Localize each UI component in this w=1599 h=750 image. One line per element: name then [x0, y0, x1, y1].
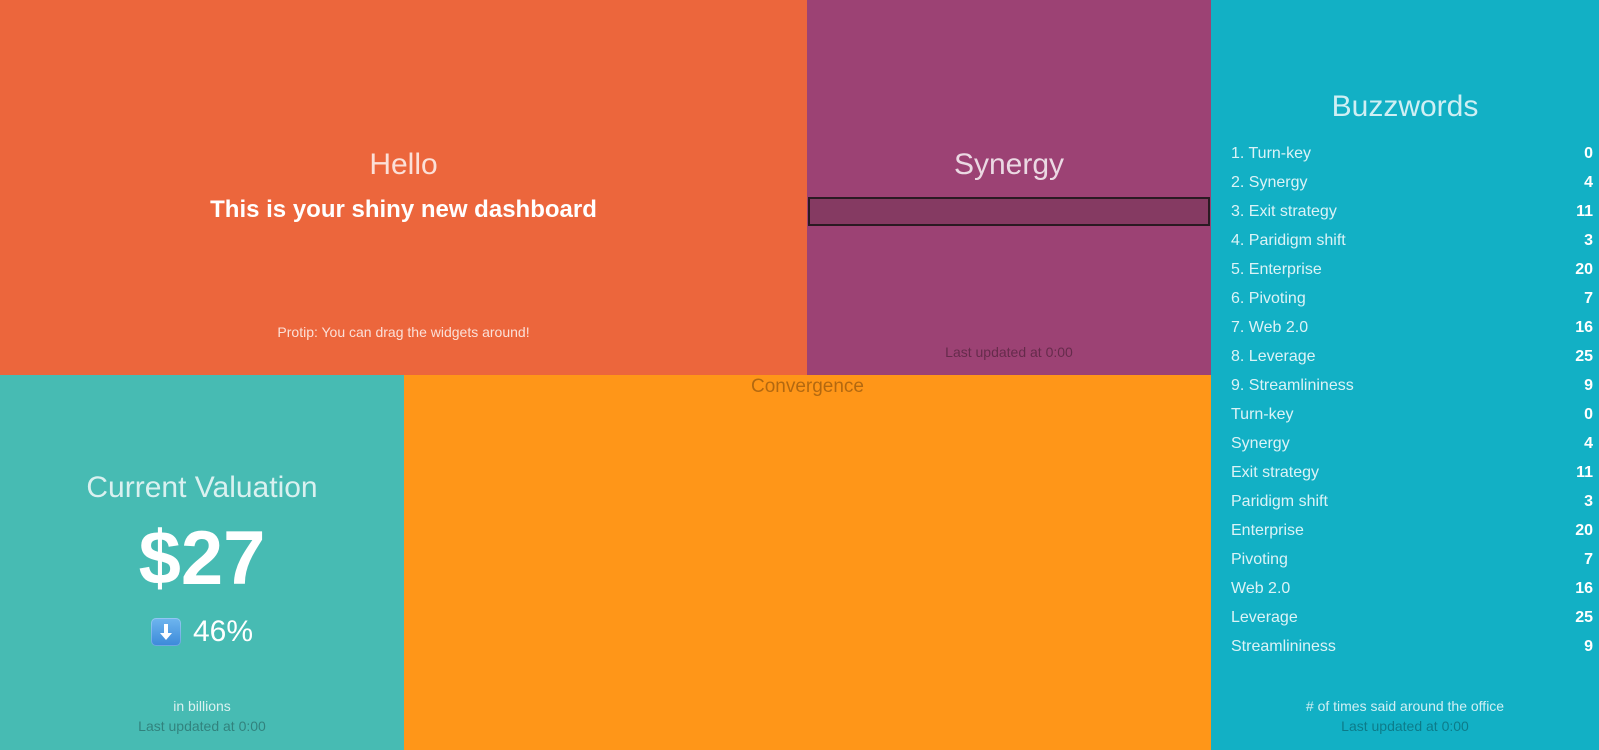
buzzword-count: 20: [1575, 522, 1593, 539]
valuation-change: 46%: [192, 615, 254, 648]
hello-widget[interactable]: Hello This is your shiny new dashboard P…: [0, 0, 807, 375]
synergy-title: Synergy: [953, 148, 1065, 181]
buzzword-count: 3: [1584, 493, 1593, 510]
buzzword-label: Enterprise: [1231, 522, 1304, 539]
buzzword-count: 7: [1584, 551, 1593, 568]
arrow-down-icon: [150, 618, 181, 646]
list-item: 9. Streamlininess 9: [1231, 371, 1593, 400]
buzzwords-more-info: # of times said around the office: [1305, 698, 1505, 714]
convergence-widget[interactable]: Convergence: [404, 375, 1211, 750]
buzzword-count: 16: [1575, 580, 1593, 597]
buzzwords-widget[interactable]: Buzzwords 1. Turn-key 0 2. Synergy 4 3. Exit…: [1211, 0, 1599, 750]
buzzword-label: Streamlininess: [1231, 638, 1336, 655]
buzzword-count: 3: [1584, 232, 1593, 249]
buzzword-count: 9: [1584, 377, 1593, 394]
buzzword-label: Turn-key: [1231, 406, 1294, 423]
buzzword-count: 0: [1584, 406, 1593, 423]
buzzword-label: 7. Web 2.0: [1231, 319, 1309, 336]
hello-title: Hello: [369, 148, 438, 181]
list-item: Streamlininess 9: [1231, 632, 1593, 661]
hello-protip: Protip: You can drag the widgets around!: [277, 324, 530, 340]
synergy-updated-at: Last updated at 0:00: [945, 344, 1073, 360]
buzzword-label: 3. Exit strategy: [1231, 203, 1337, 220]
list-item: 6. Pivoting 7: [1231, 284, 1593, 313]
list-item: Synergy 4: [1231, 429, 1593, 458]
valuation-more-info: in billions: [173, 698, 231, 714]
list-item: 8. Leverage 25: [1231, 342, 1593, 371]
buzzwords-list: 1. Turn-key 0 2. Synergy 4 3. Exit strategy 1…: [1231, 139, 1593, 661]
dashboard: Hello This is your shiny new dashboard P…: [0, 0, 1599, 750]
buzzword-label: 8. Leverage: [1231, 348, 1316, 365]
buzzword-label: 4. Paridigm shift: [1231, 232, 1346, 249]
buzzword-count: 11: [1576, 203, 1593, 220]
buzzword-label: Synergy: [1231, 435, 1290, 452]
valuation-title: Current Valuation: [86, 471, 318, 504]
synergy-widget[interactable]: Synergy Last updated at 0:00: [807, 0, 1211, 375]
buzzword-label: 2. Synergy: [1231, 174, 1308, 191]
list-item: Leverage 25: [1231, 603, 1593, 632]
buzzword-label: 5. Enterprise: [1231, 261, 1322, 278]
list-item: Web 2.0 16: [1231, 574, 1593, 603]
buzzword-count: 7: [1584, 290, 1593, 307]
buzzword-label: 9. Streamlininess: [1231, 377, 1354, 394]
buzzword-label: Web 2.0: [1231, 580, 1291, 597]
buzzword-label: 1. Turn-key: [1231, 145, 1312, 162]
list-item: Pivoting 7: [1231, 545, 1593, 574]
synergy-meter: [808, 197, 1210, 226]
list-item: 5. Enterprise 20: [1231, 255, 1593, 284]
buzzword-label: Exit strategy: [1231, 464, 1320, 481]
valuation-updated-at: Last updated at 0:00: [138, 718, 266, 734]
buzzword-label: Paridigm shift: [1231, 493, 1328, 510]
buzzword-label: Pivoting: [1231, 551, 1288, 568]
convergence-title: Convergence: [750, 376, 865, 397]
buzzword-count: 4: [1584, 435, 1593, 452]
buzzword-count: 25: [1575, 609, 1593, 626]
list-item: Enterprise 20: [1231, 516, 1593, 545]
buzzwords-updated-at: Last updated at 0:00: [1341, 718, 1469, 734]
buzzword-label: Leverage: [1231, 609, 1298, 626]
list-item: 3. Exit strategy 11: [1231, 197, 1593, 226]
list-item: 4. Paridigm shift 3: [1231, 226, 1593, 255]
list-item: 7. Web 2.0 16: [1231, 313, 1593, 342]
list-item: Exit strategy 11: [1231, 458, 1593, 487]
list-item: 2. Synergy 4: [1231, 168, 1593, 197]
buzzword-count: 11: [1576, 464, 1593, 481]
list-item: 1. Turn-key 0: [1231, 139, 1593, 168]
valuation-value: $27: [138, 516, 266, 601]
valuation-change-rate: 46%: [0, 615, 404, 649]
buzzword-count: 0: [1584, 145, 1593, 162]
buzzword-count: 4: [1584, 174, 1593, 191]
buzzwords-title: Buzzwords: [1331, 90, 1479, 123]
hello-text: This is your shiny new dashboard: [210, 196, 597, 223]
list-item: Paridigm shift 3: [1231, 487, 1593, 516]
valuation-widget[interactable]: Current Valuation $27 46% in billions La…: [0, 375, 404, 750]
buzzword-count: 9: [1584, 638, 1593, 655]
buzzword-count: 20: [1575, 261, 1593, 278]
buzzword-count: 25: [1575, 348, 1593, 365]
list-item: Turn-key 0: [1231, 400, 1593, 429]
buzzword-label: 6. Pivoting: [1231, 290, 1306, 307]
buzzword-count: 16: [1575, 319, 1593, 336]
